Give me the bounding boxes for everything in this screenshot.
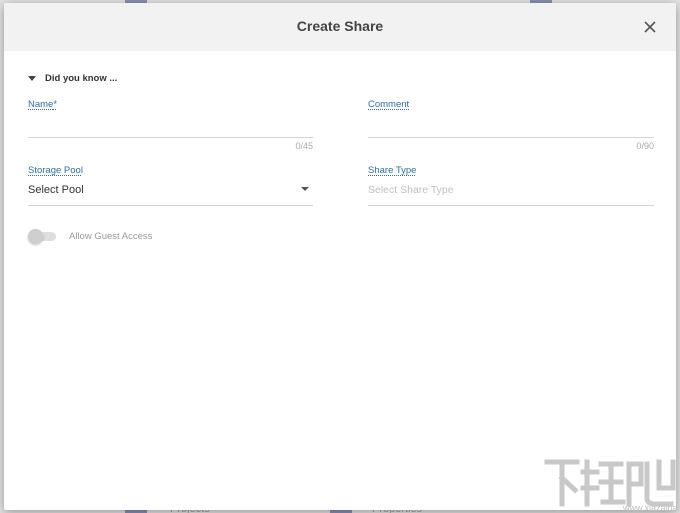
close-icon: [642, 19, 658, 35]
toggle-knob: [28, 229, 43, 244]
dropdown-arrow-icon: [301, 187, 309, 191]
name-label-text: Name: [28, 99, 54, 110]
storage-pool-label: Storage Pool: [28, 165, 83, 176]
comment-char-counter: 0/90: [636, 141, 654, 151]
share-type-placeholder: Select Share Type: [368, 184, 454, 196]
required-marker: *: [53, 99, 58, 110]
share-type-field[interactable]: Share Type Select Share Type: [368, 165, 654, 209]
caret-down-icon: [28, 76, 36, 81]
dialog-title: Create Share: [296, 18, 384, 34]
comment-label: Comment: [368, 99, 410, 110]
comment-field: Comment 0/90: [368, 99, 654, 159]
close-button[interactable]: [642, 19, 658, 35]
storage-pool-underline: [28, 205, 313, 206]
name-input[interactable]: [28, 119, 313, 135]
comment-input[interactable]: [368, 119, 654, 135]
comment-underline: [368, 137, 654, 138]
did-you-know-label: Did you know ...: [45, 73, 118, 84]
name-label: Name*: [28, 99, 57, 110]
share-type-underline: [368, 205, 654, 206]
guest-access-label: Allow Guest Access: [69, 231, 153, 242]
share-type-label: Share Type: [368, 165, 417, 176]
did-you-know-toggle[interactable]: Did you know ...: [28, 73, 117, 84]
storage-pool-field[interactable]: Storage Pool Select Pool: [28, 165, 313, 209]
name-field: Name* 0/45: [28, 99, 313, 159]
name-char-counter: 0/45: [295, 141, 313, 151]
guest-access-toggle[interactable]: [28, 229, 56, 244]
create-share-dialog: Create Share Did you know ... Name* 0/45…: [4, 3, 676, 510]
name-underline: [28, 137, 313, 138]
svg-text:www.xiazaiba.com: www.xiazaiba.com: [622, 503, 680, 513]
storage-pool-select-value: Select Pool: [28, 184, 84, 196]
dialog-header: Create Share: [4, 3, 676, 51]
watermark-logo: www.xiazaiba.com: [543, 454, 680, 513]
